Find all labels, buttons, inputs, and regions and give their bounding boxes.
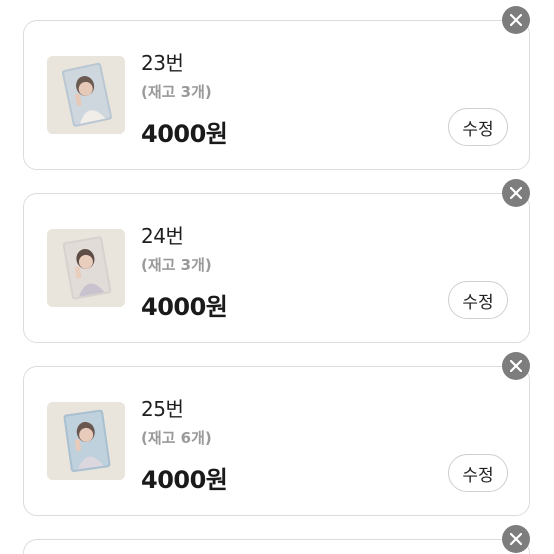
photocard-thumbnail[interactable] [47, 229, 125, 307]
item-price: 4000원 [141, 466, 228, 494]
item-name: 25번 [141, 397, 184, 421]
item-price: 4000원 [141, 120, 228, 148]
remove-item-button[interactable] [502, 6, 530, 34]
cart-item-card: 23번 (재고 3개) 4000원 수정 [23, 20, 530, 170]
stock-count: (재고 3개) [141, 83, 212, 101]
remove-item-button[interactable] [502, 179, 530, 207]
cart-item-card-partial [23, 539, 530, 554]
close-icon [510, 14, 522, 26]
edit-button[interactable]: 수정 [448, 281, 508, 319]
edit-button[interactable]: 수정 [448, 454, 508, 492]
edit-button[interactable]: 수정 [448, 108, 508, 146]
item-name: 24번 [141, 224, 184, 248]
cart-item-list: 23번 (재고 3개) 4000원 수정 24번 (재고 3개) 4000원 수… [0, 0, 554, 554]
photocard-image [47, 229, 125, 307]
photocard-image [47, 402, 125, 480]
stock-count: (재고 3개) [141, 256, 212, 274]
close-icon [510, 533, 522, 545]
cart-item-card: 24번 (재고 3개) 4000원 수정 [23, 193, 530, 343]
photocard-thumbnail[interactable] [47, 402, 125, 480]
cart-item-card: 25번 (재고 6개) 4000원 수정 [23, 366, 530, 516]
item-name: 23번 [141, 51, 184, 75]
item-price: 4000원 [141, 293, 228, 321]
photocard-image [47, 56, 125, 134]
remove-item-button[interactable] [502, 525, 530, 553]
photocard-thumbnail[interactable] [47, 56, 125, 134]
remove-item-button[interactable] [502, 352, 530, 380]
close-icon [510, 360, 522, 372]
close-icon [510, 187, 522, 199]
stock-count: (재고 6개) [141, 429, 212, 447]
